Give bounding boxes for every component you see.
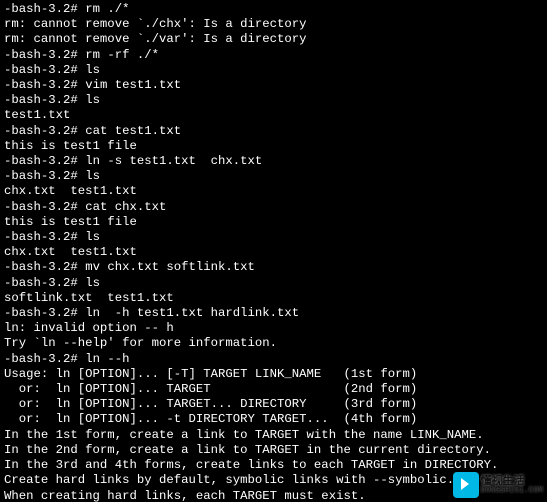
- shell-prompt: -bash-3.2#: [4, 124, 85, 138]
- terminal-line: test1.txt: [4, 108, 543, 123]
- shell-prompt: -bash-3.2#: [4, 260, 85, 274]
- terminal-line: -bash-3.2# cat test1.txt: [4, 124, 543, 139]
- terminal-line: -bash-3.2# ln -s test1.txt chx.txt: [4, 154, 543, 169]
- terminal-line: ln: invalid option -- h: [4, 321, 543, 336]
- terminal-line: -bash-3.2# ls: [4, 230, 543, 245]
- terminal-line: -bash-3.2# rm ./*: [4, 2, 543, 17]
- terminal-line: chx.txt test1.txt: [4, 245, 543, 260]
- watermark-brand-cn: 懂视生活: [481, 476, 543, 487]
- output-text: this is test1 file: [4, 215, 137, 229]
- output-text: test1.txt: [4, 108, 70, 122]
- output-text: or: ln [OPTION]... TARGET (2nd form): [4, 382, 417, 396]
- terminal-line: -bash-3.2# ls: [4, 276, 543, 291]
- output-text: In the 3rd and 4th forms, create links t…: [4, 458, 498, 472]
- terminal-line: In the 1st form, create a link to TARGET…: [4, 428, 543, 443]
- terminal-line: -bash-3.2# mv chx.txt softlink.txt: [4, 260, 543, 275]
- command-text: ls: [85, 63, 100, 77]
- output-text: When creating hard links, each TARGET mu…: [4, 489, 366, 502]
- command-text: ln --h: [85, 352, 129, 366]
- terminal-output[interactable]: -bash-3.2# rm ./*rm: cannot remove `./ch…: [0, 0, 547, 502]
- watermark: 懂视生活 DONGSHI51.COM: [453, 472, 543, 498]
- terminal-line: In the 2nd form, create a link to TARGET…: [4, 443, 543, 458]
- terminal-line: or: ln [OPTION]... TARGET (2nd form): [4, 382, 543, 397]
- command-text: ln -h test1.txt hardlink.txt: [85, 306, 299, 320]
- shell-prompt: -bash-3.2#: [4, 2, 85, 16]
- command-text: ls: [85, 230, 100, 244]
- output-text: Create hard links by default, symbolic l…: [4, 473, 454, 487]
- output-text: or: ln [OPTION]... TARGET... DIRECTORY (…: [4, 397, 417, 411]
- shell-prompt: -bash-3.2#: [4, 200, 85, 214]
- output-text: In the 1st form, create a link to TARGET…: [4, 428, 484, 442]
- terminal-line: -bash-3.2# ls: [4, 63, 543, 78]
- output-text: softlink.txt test1.txt: [4, 291, 174, 305]
- output-text: chx.txt test1.txt: [4, 184, 137, 198]
- terminal-line: -bash-3.2# ls: [4, 93, 543, 108]
- command-text: vim test1.txt: [85, 78, 181, 92]
- watermark-logo-icon: [453, 472, 479, 498]
- output-text: this is test1 file: [4, 139, 137, 153]
- terminal-line: -bash-3.2# ls: [4, 169, 543, 184]
- shell-prompt: -bash-3.2#: [4, 306, 85, 320]
- shell-prompt: -bash-3.2#: [4, 230, 85, 244]
- output-text: ln: invalid option -- h: [4, 321, 174, 335]
- terminal-line: -bash-3.2# ln --h: [4, 352, 543, 367]
- shell-prompt: -bash-3.2#: [4, 48, 85, 62]
- output-text: rm: cannot remove `./var': Is a director…: [4, 32, 307, 46]
- terminal-line: -bash-3.2# rm -rf ./*: [4, 48, 543, 63]
- shell-prompt: -bash-3.2#: [4, 93, 85, 107]
- shell-prompt: -bash-3.2#: [4, 154, 85, 168]
- command-text: rm ./*: [85, 2, 129, 16]
- shell-prompt: -bash-3.2#: [4, 276, 85, 290]
- terminal-line: chx.txt test1.txt: [4, 184, 543, 199]
- watermark-brand-url: DONGSHI51.COM: [481, 487, 543, 495]
- terminal-line: softlink.txt test1.txt: [4, 291, 543, 306]
- shell-prompt: -bash-3.2#: [4, 352, 85, 366]
- terminal-line: this is test1 file: [4, 215, 543, 230]
- terminal-line: Usage: ln [OPTION]... [-T] TARGET LINK_N…: [4, 367, 543, 382]
- terminal-line: -bash-3.2# ln -h test1.txt hardlink.txt: [4, 306, 543, 321]
- command-text: ln -s test1.txt chx.txt: [85, 154, 262, 168]
- output-text: chx.txt test1.txt: [4, 245, 137, 259]
- command-text: ls: [85, 93, 100, 107]
- shell-prompt: -bash-3.2#: [4, 169, 85, 183]
- command-text: ls: [85, 169, 100, 183]
- output-text: or: ln [OPTION]... -t DIRECTORY TARGET..…: [4, 412, 417, 426]
- terminal-line: or: ln [OPTION]... -t DIRECTORY TARGET..…: [4, 412, 543, 427]
- shell-prompt: -bash-3.2#: [4, 63, 85, 77]
- output-text: Try `ln --help' for more information.: [4, 336, 277, 350]
- output-text: rm: cannot remove `./chx': Is a director…: [4, 17, 307, 31]
- terminal-line: or: ln [OPTION]... TARGET... DIRECTORY (…: [4, 397, 543, 412]
- terminal-line: this is test1 file: [4, 139, 543, 154]
- command-text: cat test1.txt: [85, 124, 181, 138]
- output-text: Usage: ln [OPTION]... [-T] TARGET LINK_N…: [4, 367, 417, 381]
- terminal-line: -bash-3.2# vim test1.txt: [4, 78, 543, 93]
- shell-prompt: -bash-3.2#: [4, 78, 85, 92]
- terminal-line: rm: cannot remove `./var': Is a director…: [4, 32, 543, 47]
- output-text: In the 2nd form, create a link to TARGET…: [4, 443, 491, 457]
- terminal-line: Try `ln --help' for more information.: [4, 336, 543, 351]
- command-text: cat chx.txt: [85, 200, 166, 214]
- terminal-line: rm: cannot remove `./chx': Is a director…: [4, 17, 543, 32]
- command-text: rm -rf ./*: [85, 48, 159, 62]
- command-text: mv chx.txt softlink.txt: [85, 260, 255, 274]
- watermark-brand: 懂视生活 DONGSHI51.COM: [481, 476, 543, 495]
- terminal-line: -bash-3.2# cat chx.txt: [4, 200, 543, 215]
- command-text: ls: [85, 276, 100, 290]
